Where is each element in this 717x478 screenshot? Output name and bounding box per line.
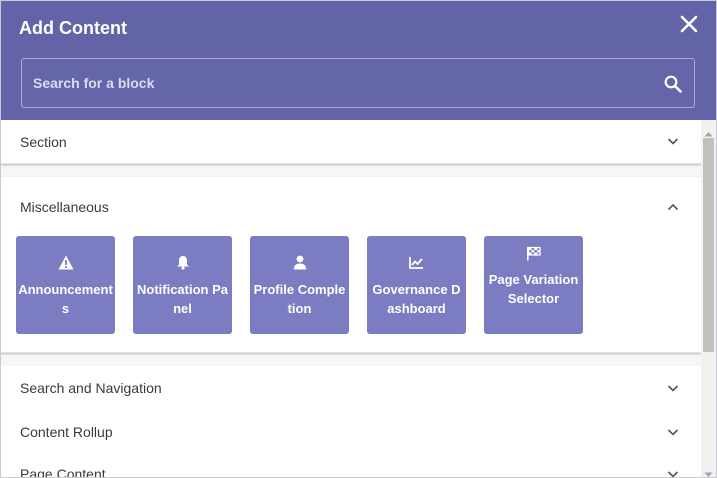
bell-icon <box>133 255 232 270</box>
search-box <box>21 58 695 108</box>
tile-profile-completion[interactable]: Profile Completion <box>250 236 349 334</box>
close-icon[interactable] <box>678 13 700 35</box>
section-label: Content Rollup <box>20 424 113 440</box>
section-label: Page Content <box>20 466 106 477</box>
tile-label: Announcements <box>18 282 113 316</box>
tile-label: Notification Panel <box>136 282 228 316</box>
add-content-panel: Add Content Section Miscellaneous Search… <box>0 0 717 478</box>
scroll-down-icon[interactable] <box>704 465 713 477</box>
section-section[interactable]: Section <box>1 120 701 164</box>
chevron-down-icon[interactable] <box>667 467 679 477</box>
flag-checkered-icon <box>484 246 583 261</box>
section-label: Miscellaneous <box>20 199 109 215</box>
chevron-down-icon[interactable] <box>667 134 679 152</box>
warning-icon <box>16 255 115 270</box>
panel-header: Add Content <box>1 1 716 120</box>
search-input[interactable] <box>22 59 642 107</box>
section-label: Section <box>20 134 67 150</box>
tile-label: Profile Completion <box>253 282 346 316</box>
chart-line-icon <box>367 256 466 269</box>
tile-announcements[interactable]: Announcements <box>16 236 115 334</box>
tile-notification-panel[interactable]: Notification Panel <box>133 236 232 334</box>
search-icon[interactable] <box>664 75 682 98</box>
section-content-rollup[interactable]: Content Rollup <box>1 410 701 455</box>
section-search-and-navigation[interactable]: Search and Navigation <box>1 366 701 411</box>
section-page-content[interactable]: Page Content <box>1 454 701 477</box>
tile-label: Page Variation Selector <box>488 272 579 306</box>
section-label: Search and Navigation <box>20 380 162 396</box>
tile-label: Governance Dashboard <box>372 282 461 316</box>
chevron-up-icon[interactable] <box>667 200 679 218</box>
panel-title: Add Content <box>19 18 127 38</box>
chevron-down-icon[interactable] <box>667 381 679 399</box>
scrollbar-thumb[interactable] <box>703 138 714 352</box>
tile-page-variation-selector[interactable]: Page Variation Selector <box>484 236 583 334</box>
user-icon <box>250 255 349 270</box>
tile-governance-dashboard[interactable]: Governance Dashboard <box>367 236 466 334</box>
vertical-scrollbar[interactable] <box>701 120 716 477</box>
chevron-down-icon[interactable] <box>667 425 679 443</box>
